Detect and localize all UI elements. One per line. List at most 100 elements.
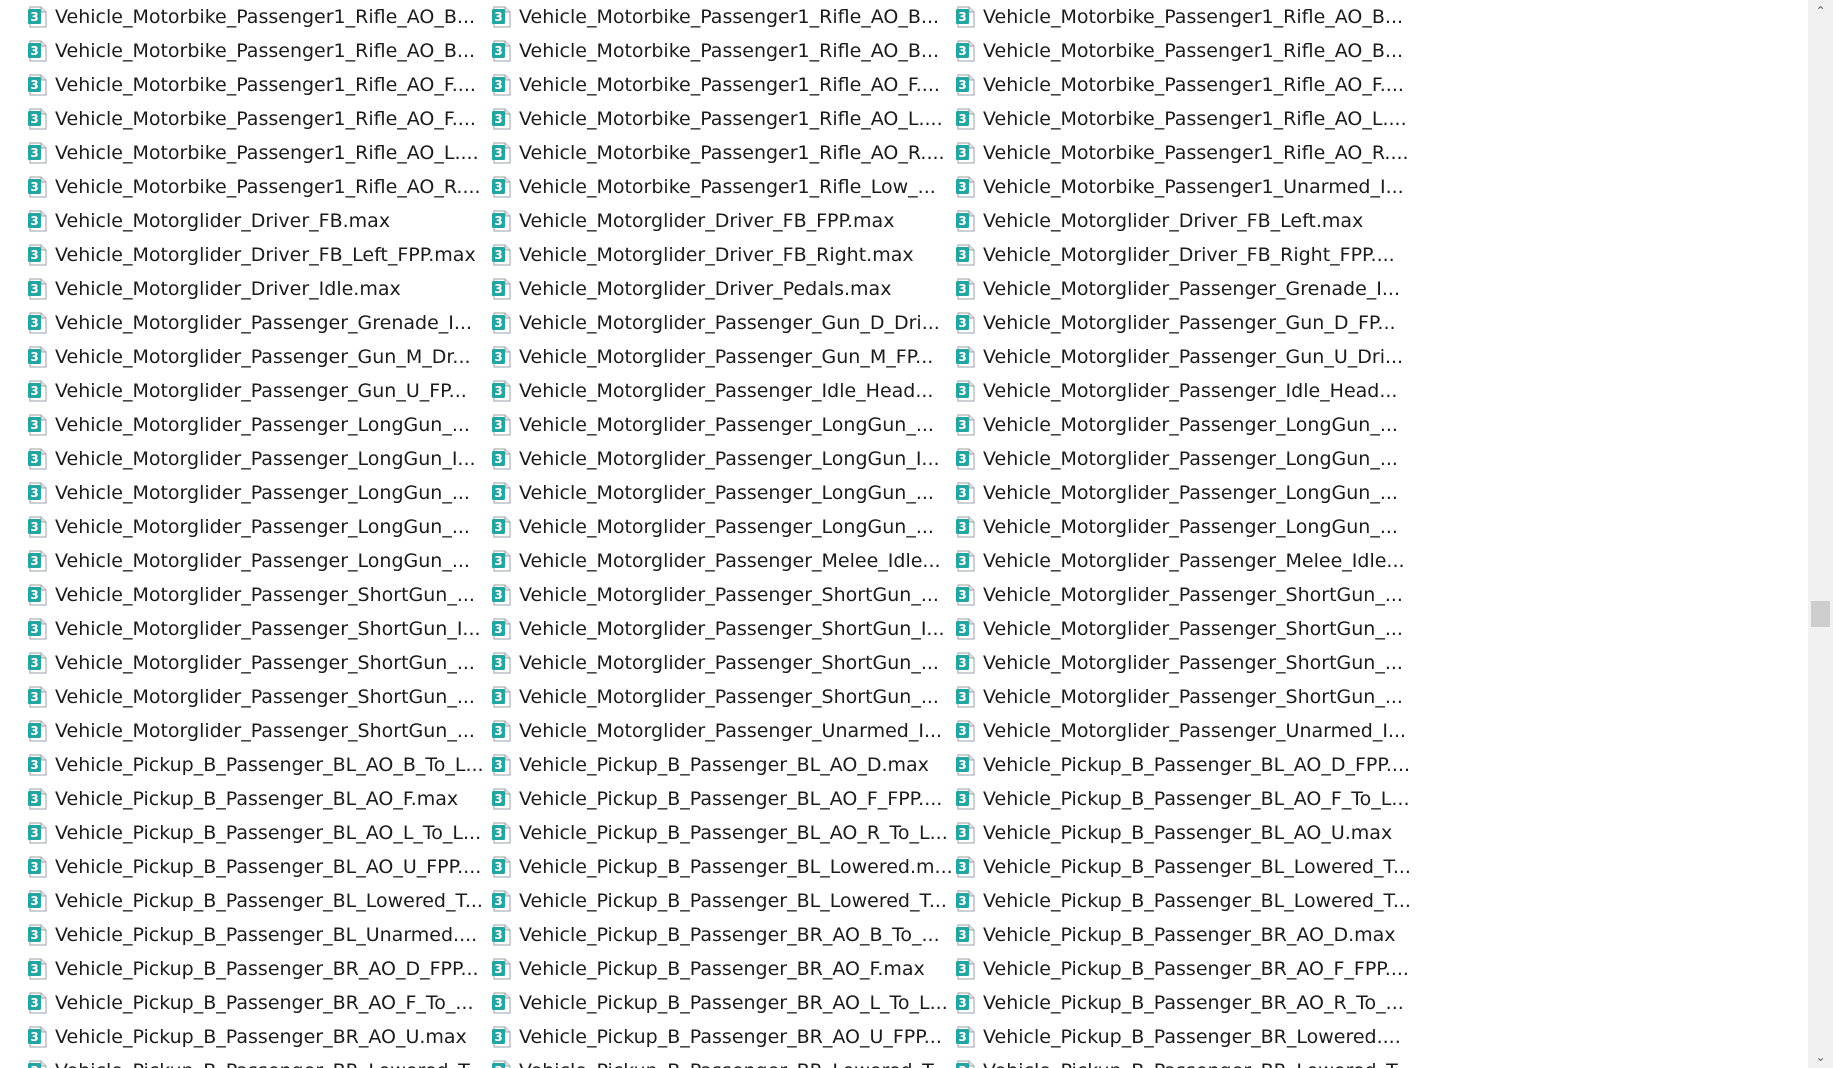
file-item[interactable]: 3 Vehicle_Motorglider_Passenger_Idle_Hea… [955, 374, 1419, 408]
file-item[interactable]: 3 Vehicle_Motorglider_Passenger_ShortGun… [955, 680, 1419, 714]
file-item[interactable]: 3 Vehicle_Pickup_B_Passenger_BR_AO_B_To_… [491, 918, 955, 952]
file-item[interactable]: 3 Vehicle_Motorglider_Passenger_LongGun_… [491, 510, 955, 544]
file-item[interactable]: 3 Vehicle_Motorglider_Passenger_ShortGun… [27, 646, 491, 680]
file-item[interactable]: 3 Vehicle_Pickup_B_Passenger_BL_Unarmed.… [27, 918, 491, 952]
file-item[interactable]: 3 Vehicle_Motorglider_Passenger_Gun_M_FP… [491, 340, 955, 374]
file-item[interactable]: 3 Vehicle_Motorglider_Driver_FB_FPP.max [491, 204, 955, 238]
file-item[interactable]: 3 Vehicle_Motorbike_Passenger1_Rifle_AO_… [955, 34, 1419, 68]
file-item[interactable]: 3 Vehicle_Pickup_B_Passenger_BR_AO_R_To_… [955, 986, 1419, 1020]
file-item[interactable]: 3 Vehicle_Motorglider_Passenger_ShortGun… [491, 646, 955, 680]
file-item[interactable]: 3 Vehicle_Motorbike_Passenger1_Unarmed_I… [955, 170, 1419, 204]
file-item[interactable]: 3 Vehicle_Motorglider_Passenger_LongGun_… [27, 544, 491, 578]
vertical-scrollbar[interactable]: ⌃ ⌄ [1808, 0, 1833, 1068]
file-item[interactable]: 3 Vehicle_Motorbike_Passenger1_Rifle_AO_… [27, 68, 491, 102]
file-item[interactable]: 3 Vehicle_Motorglider_Passenger_Gun_M_Dr… [27, 340, 491, 374]
file-item[interactable]: 3 Vehicle_Motorglider_Driver_Idle.max [27, 272, 491, 306]
file-item[interactable]: 3 Vehicle_Motorglider_Driver_FB_Left_FPP… [27, 238, 491, 272]
file-item[interactable]: 3 Vehicle_Motorglider_Passenger_Melee_Id… [491, 544, 955, 578]
scroll-down-arrow-icon[interactable]: ⌄ [1808, 1046, 1833, 1068]
file-item[interactable]: 3 Vehicle_Motorglider_Driver_FB_Left.max [955, 204, 1419, 238]
file-item[interactable]: 3 Vehicle_Motorglider_Driver_FB_Right.ma… [491, 238, 955, 272]
file-item[interactable]: 3 Vehicle_Pickup_B_Passenger_BR_AO_L_To_… [491, 986, 955, 1020]
file-item[interactable]: 3 Vehicle_Motorglider_Passenger_Gun_D_FP… [955, 306, 1419, 340]
file-item[interactable]: 3 Vehicle_Pickup_B_Passenger_BL_Lowered_… [955, 884, 1419, 918]
file-item[interactable]: 3 Vehicle_Motorglider_Passenger_Gun_U_Dr… [955, 340, 1419, 374]
file-item[interactable]: 3 Vehicle_Motorbike_Passenger1_Rifle_AO_… [27, 34, 491, 68]
file-item[interactable]: 3 Vehicle_Motorbike_Passenger1_Rifle_AO_… [955, 102, 1419, 136]
file-item[interactable]: 3 Vehicle_Motorglider_Passenger_LongGun_… [491, 408, 955, 442]
file-item[interactable]: 3 Vehicle_Motorglider_Passenger_Grenade_… [955, 272, 1419, 306]
file-item[interactable]: 3 Vehicle_Pickup_B_Passenger_BL_AO_F_FPP… [491, 782, 955, 816]
file-item[interactable]: 3 Vehicle_Pickup_B_Passenger_BL_AO_U.max [955, 816, 1419, 850]
file-item[interactable]: 3 Vehicle_Pickup_B_Passenger_BL_AO_B_To_… [27, 748, 491, 782]
file-item[interactable]: 3 Vehicle_Pickup_B_Passenger_BR_AO_F.max [491, 952, 955, 986]
file-item[interactable]: 3 Vehicle_Motorglider_Passenger_ShortGun… [491, 612, 955, 646]
file-item[interactable]: 3 Vehicle_Motorbike_Passenger1_Rifle_AO_… [955, 0, 1419, 34]
file-item[interactable]: 3 Vehicle_Motorbike_Passenger1_Rifle_AO_… [27, 102, 491, 136]
file-item[interactable]: 3 Vehicle_Motorglider_Passenger_LongGun_… [491, 476, 955, 510]
file-item[interactable]: 3 Vehicle_Pickup_B_Passenger_BR_AO_U.max [27, 1020, 491, 1054]
file-item[interactable]: 3 Vehicle_Motorglider_Driver_FB_Right_FP… [955, 238, 1419, 272]
file-item[interactable]: 3 Vehicle_Motorbike_Passenger1_Rifle_AO_… [27, 136, 491, 170]
file-item[interactable]: 3 Vehicle_Pickup_B_Passenger_BL_Lowered_… [955, 850, 1419, 884]
file-item[interactable]: 3 Vehicle_Pickup_B_Passenger_BR_Lowered_… [491, 1054, 955, 1068]
file-item[interactable]: 3 Vehicle_Motorglider_Passenger_ShortGun… [491, 578, 955, 612]
file-item[interactable]: 3 Vehicle_Motorglider_Passenger_ShortGun… [27, 680, 491, 714]
file-item[interactable]: 3 Vehicle_Pickup_B_Passenger_BR_AO_D_FPP… [27, 952, 491, 986]
file-item[interactable]: 3 Vehicle_Pickup_B_Passenger_BR_Lowered_… [955, 1054, 1419, 1068]
file-item[interactable]: 3 Vehicle_Motorglider_Passenger_LongGun_… [27, 510, 491, 544]
file-item[interactable]: 3 Vehicle_Pickup_B_Passenger_BL_AO_D.max [491, 748, 955, 782]
file-item[interactable]: 3 Vehicle_Motorglider_Passenger_Idle_Hea… [491, 374, 955, 408]
file-item[interactable]: 3 Vehicle_Motorglider_Passenger_LongGun_… [955, 408, 1419, 442]
file-item[interactable]: 3 Vehicle_Motorbike_Passenger1_Rifle_AO_… [955, 136, 1419, 170]
file-item[interactable]: 3 Vehicle_Pickup_B_Passenger_BL_AO_R_To_… [491, 816, 955, 850]
file-item[interactable]: 3 Vehicle_Pickup_B_Passenger_BL_AO_U_FPP… [27, 850, 491, 884]
file-item[interactable]: 3 Vehicle_Motorglider_Passenger_ShortGun… [955, 646, 1419, 680]
file-item[interactable]: 3 Vehicle_Motorglider_Passenger_ShortGun… [27, 612, 491, 646]
file-item[interactable]: 3 Vehicle_Motorglider_Passenger_LongGun_… [27, 442, 491, 476]
file-item[interactable]: 3 Vehicle_Motorbike_Passenger1_Rifle_AO_… [27, 170, 491, 204]
file-item[interactable]: 3 Vehicle_Motorglider_Passenger_Gun_U_FP… [27, 374, 491, 408]
file-item[interactable]: 3 Vehicle_Motorglider_Passenger_LongGun_… [955, 442, 1419, 476]
file-item[interactable]: 3 Vehicle_Motorbike_Passenger1_Rifle_AO_… [491, 102, 955, 136]
file-item[interactable]: 3 Vehicle_Pickup_B_Passenger_BR_Lowered.… [955, 1020, 1419, 1054]
file-item[interactable]: 3 Vehicle_Motorbike_Passenger1_Rifle_AO_… [491, 136, 955, 170]
file-item[interactable]: 3 Vehicle_Motorbike_Passenger1_Rifle_AO_… [491, 34, 955, 68]
file-item[interactable]: 3 Vehicle_Motorglider_Passenger_Melee_Id… [955, 544, 1419, 578]
file-item[interactable]: 3 Vehicle_Motorglider_Passenger_LongGun_… [27, 476, 491, 510]
file-item[interactable]: 3 Vehicle_Pickup_B_Passenger_BL_AO_L_To_… [27, 816, 491, 850]
scroll-up-arrow-icon[interactable]: ⌃ [1808, 0, 1833, 22]
file-item[interactable]: 3 Vehicle_Pickup_B_Passenger_BR_AO_D.max [955, 918, 1419, 952]
file-item[interactable]: 3 Vehicle_Motorglider_Passenger_ShortGun… [955, 612, 1419, 646]
file-item[interactable]: 3 Vehicle_Motorglider_Passenger_ShortGun… [27, 578, 491, 612]
file-item[interactable]: 3 Vehicle_Pickup_B_Passenger_BL_Lowered_… [27, 884, 491, 918]
file-item[interactable]: 3 Vehicle_Motorglider_Driver_Pedals.max [491, 272, 955, 306]
file-item[interactable]: 3 Vehicle_Motorglider_Passenger_Grenade_… [27, 306, 491, 340]
file-item[interactable]: 3 Vehicle_Pickup_B_Passenger_BR_AO_U_FPP… [491, 1020, 955, 1054]
file-item[interactable]: 3 Vehicle_Motorglider_Passenger_ShortGun… [27, 714, 491, 748]
file-item[interactable]: 3 Vehicle_Motorglider_Passenger_Gun_D_Dr… [491, 306, 955, 340]
file-item[interactable]: 3 Vehicle_Motorglider_Passenger_Unarmed_… [491, 714, 955, 748]
file-item[interactable]: 3 Vehicle_Motorbike_Passenger1_Rifle_AO_… [955, 68, 1419, 102]
file-item[interactable]: 3 Vehicle_Motorglider_Passenger_LongGun_… [491, 442, 955, 476]
file-item[interactable]: 3 Vehicle_Pickup_B_Passenger_BR_Lowered_… [27, 1054, 491, 1068]
file-item[interactable]: 3 Vehicle_Motorbike_Passenger1_Rifle_AO_… [491, 0, 955, 34]
file-item[interactable]: 3 Vehicle_Pickup_B_Passenger_BR_AO_F_To_… [27, 986, 491, 1020]
file-item[interactable]: 3 Vehicle_Motorglider_Passenger_LongGun_… [27, 408, 491, 442]
file-item[interactable]: 3 Vehicle_Pickup_B_Passenger_BL_AO_D_FPP… [955, 748, 1419, 782]
file-item[interactable]: 3 Vehicle_Motorglider_Passenger_ShortGun… [955, 578, 1419, 612]
file-item[interactable]: 3 Vehicle_Motorglider_Passenger_LongGun_… [955, 476, 1419, 510]
file-item[interactable]: 3 Vehicle_Pickup_B_Passenger_BL_Lowered_… [491, 884, 955, 918]
file-item[interactable]: 3 Vehicle_Pickup_B_Passenger_BL_AO_F_To_… [955, 782, 1419, 816]
scrollbar-thumb[interactable] [1811, 601, 1830, 627]
file-item[interactable]: 3 Vehicle_Motorglider_Passenger_LongGun_… [955, 510, 1419, 544]
file-item[interactable]: 3 Vehicle_Motorglider_Passenger_Unarmed_… [955, 714, 1419, 748]
file-item[interactable]: 3 Vehicle_Motorglider_Passenger_ShortGun… [491, 680, 955, 714]
file-item[interactable]: 3 Vehicle_Motorglider_Driver_FB.max [27, 204, 491, 238]
file-item[interactable]: 3 Vehicle_Motorbike_Passenger1_Rifle_AO_… [27, 0, 491, 34]
file-item[interactable]: 3 Vehicle_Pickup_B_Passenger_BR_AO_F_FPP… [955, 952, 1419, 986]
file-item[interactable]: 3 Vehicle_Pickup_B_Passenger_BL_AO_F.max [27, 782, 491, 816]
file-item[interactable]: 3 Vehicle_Motorbike_Passenger1_Rifle_AO_… [491, 68, 955, 102]
file-item[interactable]: 3 Vehicle_Pickup_B_Passenger_BL_Lowered.… [491, 850, 955, 884]
file-item[interactable]: 3 Vehicle_Motorbike_Passenger1_Rifle_Low… [491, 170, 955, 204]
